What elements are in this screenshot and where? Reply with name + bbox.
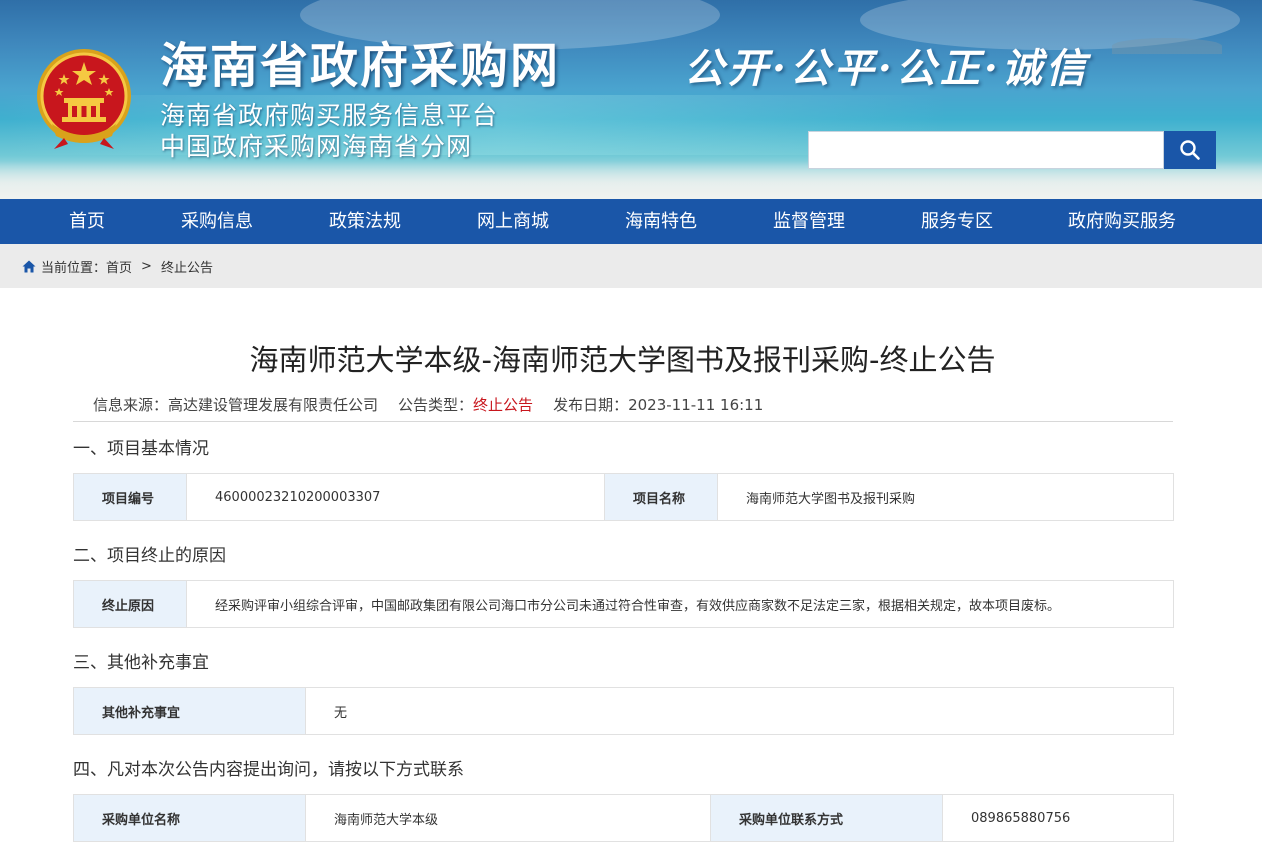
other-matters-value: 无 (305, 687, 1174, 735)
project-name-label: 项目名称 (604, 473, 718, 521)
section-heading-other-matters: 三、其他补充事宜 (73, 653, 209, 673)
project-name-value: 海南师范大学图书及报刊采购 (717, 473, 1174, 521)
search-input[interactable] (808, 131, 1164, 169)
nav-item-gov-purchase-service[interactable]: 政府购买服务 (1056, 199, 1188, 244)
home-icon (22, 260, 36, 272)
nav-item-online-mall[interactable]: 网上商城 (462, 199, 564, 244)
slogan: 公开·公平·公正·诚信 (684, 45, 1090, 92)
project-number-label: 项目编号 (73, 473, 187, 521)
nav-item-policies[interactable]: 政策法规 (314, 199, 416, 244)
island-decoration (1112, 38, 1222, 54)
breadcrumb: 当前位置： 首页 > 终止公告 (22, 244, 213, 288)
section-heading-basic-info: 一、项目基本情况 (73, 439, 209, 459)
search-icon (1180, 140, 1200, 160)
purchaser-name-label: 采购单位名称 (73, 794, 306, 842)
nav-item-procurement-info[interactable]: 采购信息 (166, 199, 268, 244)
breadcrumb-prefix: 当前位置： (41, 260, 107, 276)
contact-table: 采购单位名称 海南师范大学本级 采购单位联系方式 089865880756 (73, 794, 1174, 842)
national-emblem-icon (37, 49, 131, 149)
breadcrumb-bar: 当前位置： 首页 > 终止公告 (0, 244, 1262, 288)
source-value: 高达建设管理发展有限责任公司 (168, 396, 379, 414)
type-label: 公告类型： (398, 396, 474, 414)
table-row: 项目编号 46000023210200003307 项目名称 海南师范大学图书及… (73, 473, 1174, 521)
date-label: 发布日期： (553, 396, 629, 414)
search-button[interactable] (1164, 131, 1216, 169)
other-matters-table: 其他补充事宜 无 (73, 687, 1174, 735)
section-heading-contact: 四、凡对本次公告内容提出询问，请按以下方式联系 (73, 760, 464, 780)
header-banner: 海南省政府采购网 海南省政府购买服务信息平台 中国政府采购网海南省分网 公开·公… (0, 0, 1262, 199)
table-row: 其他补充事宜 无 (73, 687, 1174, 735)
nav-item-home[interactable]: 首页 (46, 199, 128, 244)
nav-item-hainan-features[interactable]: 海南特色 (610, 199, 712, 244)
purchaser-contact-label: 采购单位联系方式 (710, 794, 943, 842)
breadcrumb-home-link[interactable]: 首页 (106, 257, 132, 276)
site-subtitle-branch-network: 中国政府采购网海南省分网 (160, 132, 473, 161)
section-heading-termination-reason: 二、项目终止的原因 (73, 546, 226, 566)
termination-reason-value: 经采购评审小组综合评审，中国邮政集团有限公司海口市分公司未通过符合性审查，有效供… (186, 580, 1174, 628)
project-number-value: 46000023210200003307 (186, 473, 605, 521)
basic-info-table: 项目编号 46000023210200003307 项目名称 海南师范大学图书及… (73, 473, 1174, 521)
type-value: 终止公告 (473, 396, 534, 414)
purchaser-contact-value: 089865880756 (942, 794, 1174, 842)
nav-item-supervision[interactable]: 监督管理 (758, 199, 860, 244)
title-divider (73, 421, 1173, 422)
nav-item-service-zone[interactable]: 服务专区 (906, 199, 1008, 244)
main-nav: 首页 采购信息 政策法规 网上商城 海南特色 监督管理 服务专区 政府购买服务 (0, 199, 1262, 244)
page-title: 海南师范大学本级-海南师范大学图书及报刊采购-终止公告 (249, 343, 996, 377)
termination-reason-label: 终止原因 (73, 580, 187, 628)
other-matters-label: 其他补充事宜 (73, 687, 306, 735)
source-label: 信息来源： (93, 396, 169, 414)
purchaser-name-value: 海南师范大学本级 (305, 794, 711, 842)
date-value: 2023-11-11 16:11 (628, 396, 764, 414)
table-row: 终止原因 经采购评审小组综合评审，中国邮政集团有限公司海口市分公司未通过符合性审… (73, 580, 1174, 628)
breadcrumb-current: 终止公告 (160, 260, 213, 276)
site-title: 海南省政府采购网 (160, 38, 561, 94)
table-row: 采购单位名称 海南师范大学本级 采购单位联系方式 089865880756 (73, 794, 1174, 842)
termination-reason-table: 终止原因 经采购评审小组综合评审，中国邮政集团有限公司海口市分公司未通过符合性审… (73, 580, 1174, 628)
article-meta: 信息来源：高达建设管理发展有限责任公司 公告类型：终止公告 发布日期：2023-11… (93, 394, 763, 415)
breadcrumb-separator: > (141, 258, 152, 274)
